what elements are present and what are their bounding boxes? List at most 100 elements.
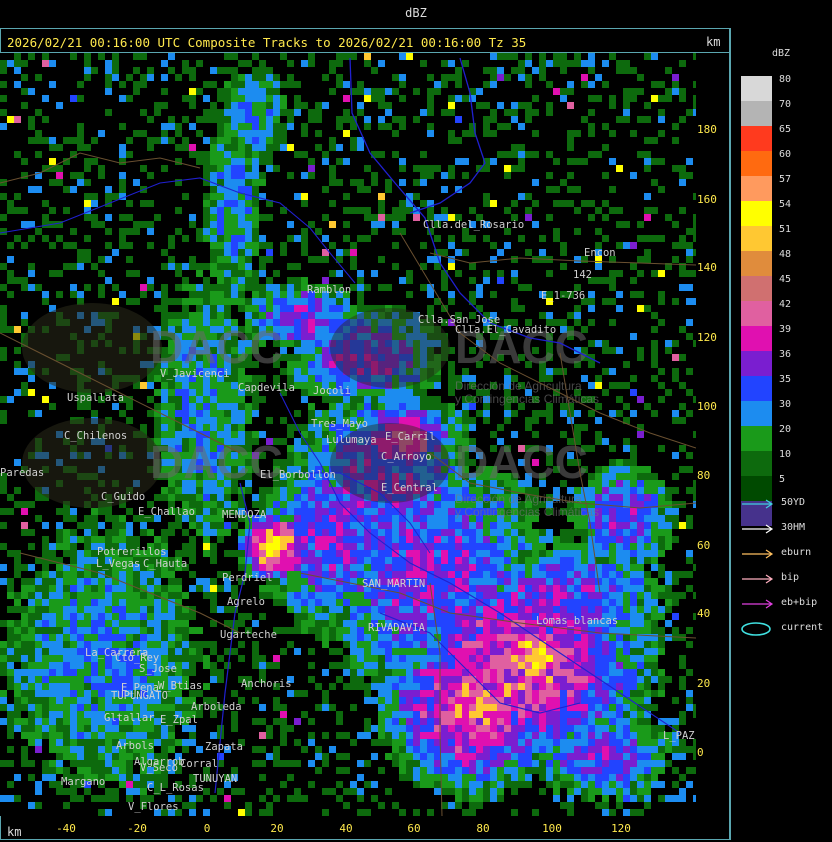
dbz-level-label: 36 <box>779 349 792 360</box>
place-label: C_Hauta <box>143 558 187 570</box>
place-label: L_PAZ <box>663 730 695 742</box>
place-label: V_Seco <box>140 762 178 774</box>
place-label: V_Javicenci <box>160 368 230 380</box>
km-unit-label-bottom: km <box>7 825 22 839</box>
dbz-level-label: 45 <box>779 274 792 285</box>
track-label: eburn <box>781 547 812 558</box>
place-label: SAN_MARTIN <box>362 578 425 590</box>
place-label: S_Jose <box>139 663 177 675</box>
dbz-level-label: 57 <box>779 174 792 185</box>
place-label: E_Central <box>381 482 438 494</box>
place-label: C_Arroyo <box>381 451 432 463</box>
y-tick-label: 20 <box>697 677 711 690</box>
y-tick-label: 0 <box>697 746 704 759</box>
place-label: Agrelo <box>227 596 265 608</box>
place-label: C_Chilenos <box>64 430 127 442</box>
track-label: 30HM <box>781 522 806 533</box>
y-tick-label: 40 <box>697 607 711 620</box>
dbz-level-label: 5 <box>779 474 786 485</box>
dbz-swatch <box>741 451 772 476</box>
track-arrow-icon <box>742 524 774 534</box>
dbz-swatch <box>741 176 772 201</box>
dbz-swatch <box>741 151 772 176</box>
track-label: 50YD <box>781 497 806 508</box>
watermark-line1-a: Dirección de Agricultura <box>455 379 582 393</box>
track-label: eb+bip <box>781 597 818 608</box>
place-label: Gltallar <box>104 712 155 724</box>
y-tick-label: 100 <box>697 400 717 413</box>
y-tick-label: 120 <box>697 331 717 344</box>
dbz-swatch <box>741 351 772 376</box>
place-label: 142 <box>573 269 592 281</box>
y-tick-label: 160 <box>697 193 717 206</box>
dbz-swatch <box>741 101 772 126</box>
current-ellipse-icon <box>741 622 771 636</box>
y-tick-label: 140 <box>697 261 717 274</box>
dbz-swatch <box>741 301 772 326</box>
place-label: E_1-736 <box>541 290 585 302</box>
place-label: C_L_Rosas <box>147 782 204 794</box>
x-tick-label: 20 <box>270 822 284 835</box>
window-title: dBZ <box>405 6 427 20</box>
dbz-level-label: 30 <box>779 399 792 410</box>
legend-title: dBZ <box>771 48 791 59</box>
place-label: Corral <box>180 758 218 770</box>
track-arrow-icon <box>742 549 774 559</box>
place-label: Clla.El_Cavadito <box>455 324 556 336</box>
watermark-brand-1: DACC <box>150 321 283 373</box>
y-tick-label: 60 <box>697 539 711 552</box>
km-unit-label-top: km <box>706 35 721 49</box>
dbz-swatch <box>741 376 772 401</box>
place-label: El_Borbollon <box>260 469 336 481</box>
x-tick-label: -20 <box>127 822 147 835</box>
place-label: RIVADAVIA <box>368 622 426 634</box>
dbz-level-label: 20 <box>779 424 792 435</box>
x-tick-label: 80 <box>476 822 490 835</box>
dbz-level-label: 48 <box>779 249 792 260</box>
track-label: bip <box>781 572 800 583</box>
radar-map[interactable]: DACC DACC DACC DACC Dirección de Agricul… <box>0 53 696 816</box>
watermark-line2-b: y Contingencias Climáticas <box>455 505 599 519</box>
watermark-line2-a: y Contingencias Climáticas <box>455 392 599 406</box>
dbz-level-label: 39 <box>779 324 792 335</box>
x-tick-label: -40 <box>56 822 76 835</box>
dbz-level-label: 10 <box>779 449 792 460</box>
place-label: Zapata <box>205 741 243 753</box>
place-label: Ramblon <box>307 284 351 296</box>
place-label: V_Flores <box>128 801 179 813</box>
dbz-level-label: 80 <box>779 74 792 85</box>
place-label: Potrerillos <box>97 546 167 558</box>
place-label: L_Vegas <box>96 558 140 570</box>
place-label: Clla.del_Rosario <box>423 219 524 231</box>
dbz-swatch <box>741 401 772 426</box>
composite-tracks-header: 2026/02/21 00:16:00 UTC Composite Tracks… <box>7 35 527 50</box>
x-tick-label: 100 <box>542 822 562 835</box>
place-label: Lulumaya <box>326 434 377 446</box>
place-label: Ugarteche <box>220 629 277 641</box>
track-label: current <box>781 622 824 633</box>
place-label: Capdevila <box>238 382 295 394</box>
dbz-level-label: 54 <box>779 199 792 210</box>
track-arrow-icon <box>742 574 774 584</box>
dbz-swatch <box>741 326 772 351</box>
x-tick-label: 120 <box>611 822 631 835</box>
track-arrow-icon <box>742 499 774 509</box>
place-label: Anchoris <box>241 678 292 690</box>
place-label: Tres_Mayo <box>311 418 368 430</box>
track-arrow-icon <box>742 599 774 609</box>
place-label: E_Challao <box>138 506 195 518</box>
x-tick-label: 40 <box>339 822 353 835</box>
place-label: Perdriel <box>222 572 273 584</box>
place-label: E_Carril <box>385 431 436 443</box>
y-tick-label: 180 <box>697 123 717 136</box>
y-tick-label: 80 <box>697 469 711 482</box>
place-label: Margano <box>61 776 105 788</box>
place-label: Arboleda <box>191 701 242 713</box>
dbz-swatch <box>741 201 772 226</box>
dbz-level-label: 70 <box>779 99 792 110</box>
watermark-line1-b: Dirección de Agricultura <box>455 492 582 506</box>
place-label: E_Zpal <box>160 714 198 726</box>
place-label: Encon <box>584 247 616 259</box>
dbz-swatch <box>741 276 772 301</box>
dbz-swatch <box>741 76 772 101</box>
